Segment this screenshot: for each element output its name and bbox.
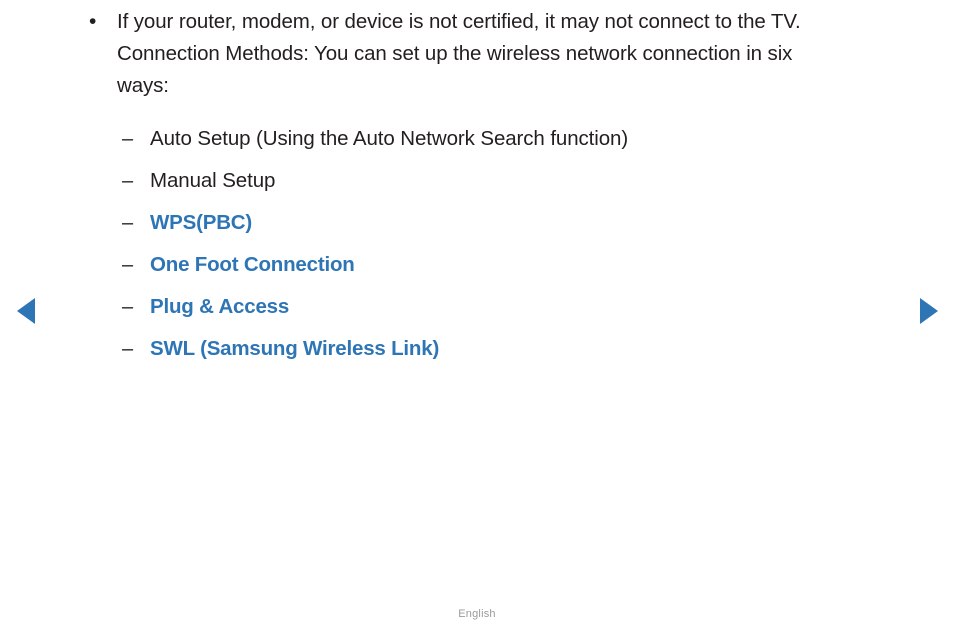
list-item-label: Auto Setup (Using the Auto Network Searc… — [150, 127, 629, 150]
list-item-auto-setup: – Auto Setup (Using the Auto Network Sea… — [122, 118, 882, 160]
note-bullet-row: • If your router, modem, or device is no… — [84, 6, 884, 102]
note-paragraph: If your router, modem, or device is not … — [117, 10, 801, 97]
list-item-label: Manual Setup — [150, 169, 276, 192]
manual-page: • If your router, modem, or device is no… — [0, 0, 954, 624]
next-page-button[interactable] — [915, 297, 943, 325]
dash-marker-icon: – — [122, 169, 134, 192]
note-block: • If your router, modem, or device is no… — [84, 6, 884, 102]
bullet-marker-icon: • — [89, 10, 97, 33]
dash-marker-icon: – — [122, 127, 134, 150]
dash-marker-icon: – — [122, 295, 134, 318]
dash-marker-icon: – — [122, 211, 134, 234]
list-item-link-label[interactable]: Plug & Access — [150, 296, 289, 318]
dash-marker-icon: – — [122, 337, 134, 360]
language-label: English — [458, 608, 496, 620]
list-item-swl[interactable]: – SWL (Samsung Wireless Link) — [122, 328, 882, 370]
list-item-manual-setup: – Manual Setup — [122, 160, 882, 202]
list-item-wps-pbc[interactable]: – WPS(PBC) — [122, 202, 882, 244]
list-item-plug-and-access[interactable]: – Plug & Access — [122, 286, 882, 328]
list-item-link-label[interactable]: SWL (Samsung Wireless Link) — [150, 338, 439, 360]
triangle-right-icon — [920, 298, 938, 324]
footer: English — [0, 604, 954, 622]
connection-methods-list: – Auto Setup (Using the Auto Network Sea… — [122, 118, 882, 370]
list-item-one-foot-connection[interactable]: – One Foot Connection — [122, 244, 882, 286]
list-item-link-label[interactable]: One Foot Connection — [150, 254, 355, 276]
previous-page-button[interactable] — [12, 297, 40, 325]
triangle-left-icon — [17, 298, 35, 324]
list-item-link-label[interactable]: WPS(PBC) — [150, 212, 252, 234]
dash-marker-icon: – — [122, 253, 134, 276]
